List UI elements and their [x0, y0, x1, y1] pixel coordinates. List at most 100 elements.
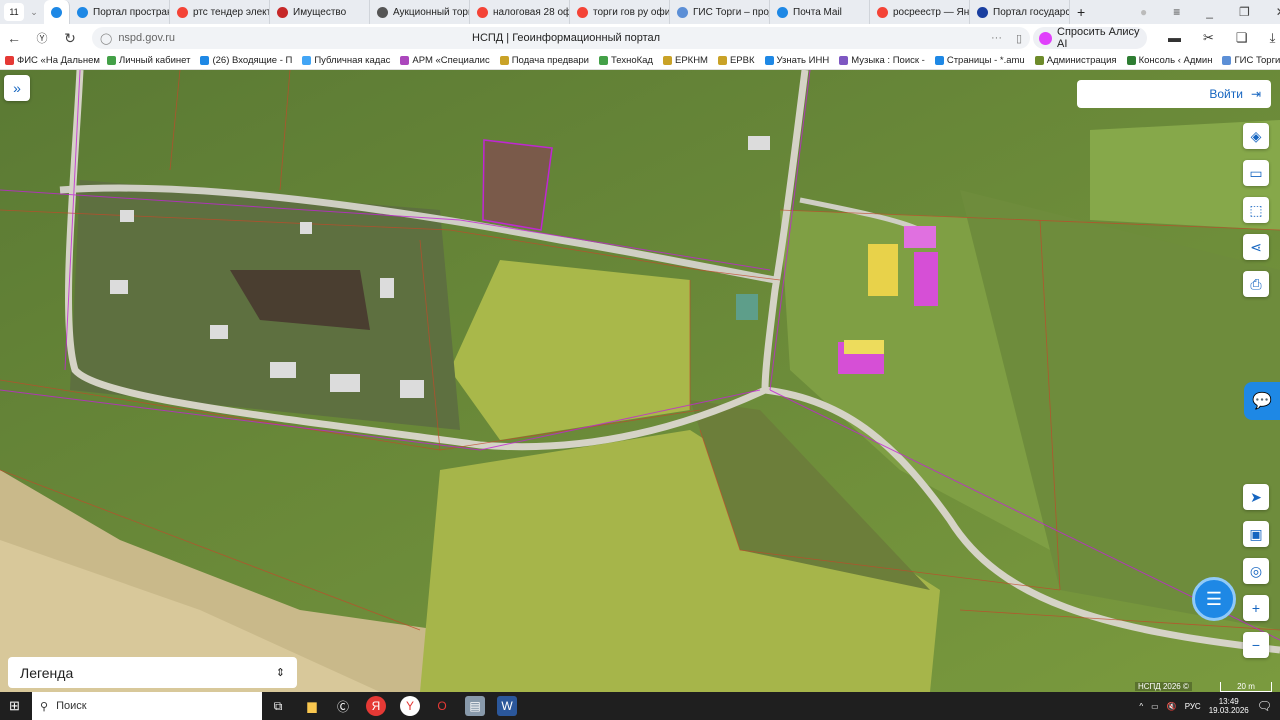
- bookmark-item[interactable]: Администрация: [1030, 55, 1122, 66]
- windows-start-icon[interactable]: ⊞: [9, 698, 20, 714]
- ask-alice-button[interactable]: Спросить Алису AI: [1033, 26, 1147, 50]
- yandex-browser-icon[interactable]: Y: [400, 696, 420, 716]
- volume-muted-icon[interactable]: 🔇: [1167, 702, 1177, 711]
- yandex-icon[interactable]: Ⓨ: [28, 30, 56, 46]
- network-icon[interactable]: ▭: [1151, 702, 1159, 711]
- more-icon[interactable]: ···: [991, 32, 1002, 44]
- new-tab-button[interactable]: +: [1070, 0, 1092, 24]
- bookmark-label: Страницы - *.amu: [946, 55, 1025, 66]
- reload-icon[interactable]: ↻: [56, 30, 84, 47]
- tab[interactable]: Портал простран: [70, 0, 170, 24]
- bookmark-favicon-icon: [1126, 56, 1136, 65]
- bookmark-item[interactable]: Узнать ИНН: [760, 55, 835, 66]
- map-view[interactable]: » Войти ⇥ ◈ ▭ ⬚ ⋖ ⎙ 💬 ➤ ▣ ◎ + − ☰ Легенд…: [0, 70, 1280, 692]
- bookmark-favicon-icon: [400, 56, 410, 65]
- profile-icon[interactable]: ●: [1140, 5, 1147, 19]
- tab[interactable]: ртс тендер элект: [170, 0, 270, 24]
- bookmark-item[interactable]: (26) Входящие - П: [195, 55, 297, 66]
- support-chat-tab[interactable]: 💬: [1244, 382, 1280, 420]
- clock[interactable]: 13:49 19.03.2026: [1209, 697, 1249, 715]
- expand-panel-button[interactable]: »: [4, 75, 30, 101]
- extension-icon[interactable]: ▬: [1168, 30, 1181, 46]
- taskbar: ⊞ ⚲ Поиск ⧉ ▆ Ⓒ Я Y O ▤ W ^ ▭ 🔇 РУС 13:4…: [0, 692, 1280, 720]
- measure-button[interactable]: ▭: [1243, 160, 1269, 186]
- layers-icon: ◈: [1250, 127, 1262, 144]
- bookmark-item[interactable]: ТехноКад: [594, 55, 658, 66]
- bookmark-label: Публичная кадас: [314, 55, 391, 66]
- bookmark-item[interactable]: Музыка : Поиск -: [834, 55, 930, 66]
- download-icon[interactable]: ⤓: [1270, 30, 1276, 46]
- tab-count-button[interactable]: 11: [4, 3, 24, 21]
- login-button[interactable]: Войти ⇥: [1077, 80, 1271, 108]
- bookmark-item[interactable]: Подача предвари: [495, 55, 594, 66]
- tab[interactable]: росреестр — Янд: [870, 0, 970, 24]
- chevron-down-icon[interactable]: ⌄: [24, 7, 44, 18]
- tab[interactable]: торги гов ру офи: [570, 0, 670, 24]
- picture-in-picture-button[interactable]: ▣: [1243, 521, 1269, 547]
- language-indicator[interactable]: РУС: [1185, 702, 1201, 711]
- tab[interactable]: Почта Mail: [770, 0, 870, 24]
- zoom-out-button[interactable]: −: [1243, 632, 1269, 658]
- bookmark-item[interactable]: Личный кабинет: [102, 55, 195, 66]
- document-icon: [377, 6, 388, 18]
- taskbar-search[interactable]: ⚲ Поиск: [32, 692, 262, 720]
- emblem-icon: [677, 6, 688, 18]
- plus-icon: +: [1251, 600, 1261, 616]
- select-area-button[interactable]: ⬚: [1243, 197, 1269, 223]
- bookmark-item[interactable]: ЕРВК: [713, 55, 760, 66]
- bookmarks-bar: ФИС «На Дальнем Личный кабинет (26) Входящ…: [0, 52, 1280, 70]
- location-search-icon: ◎: [1249, 562, 1263, 579]
- bookmark-label: Музыка : Поиск -: [851, 55, 925, 66]
- app-picture-icon[interactable]: ▤: [465, 696, 485, 716]
- minimize-icon[interactable]: _: [1206, 5, 1213, 19]
- tab-active[interactable]: [44, 0, 70, 24]
- bookmark-item[interactable]: ГИС Торги -: [1217, 55, 1280, 66]
- restore-icon[interactable]: ❐: [1239, 5, 1250, 19]
- bookmark-item[interactable]: Публичная кадас: [297, 55, 395, 66]
- share-button[interactable]: ⋖: [1243, 234, 1269, 260]
- scissors-icon[interactable]: ✂: [1203, 30, 1214, 46]
- collections-icon[interactable]: ❏: [1236, 30, 1248, 46]
- bookmark-item[interactable]: ЕРКНМ: [658, 55, 713, 66]
- bookmark-label: ТехноКад: [610, 55, 653, 66]
- notifications-icon[interactable]: 🗨: [1257, 699, 1272, 713]
- back-icon[interactable]: ←: [0, 30, 28, 46]
- bookmark-item[interactable]: Страницы - *.amu: [930, 55, 1030, 66]
- tab-label: Портал простран: [93, 6, 170, 18]
- tab[interactable]: ГИС Торги – прод: [670, 0, 770, 24]
- bookmark-item[interactable]: АРМ «Специалис: [395, 55, 494, 66]
- legend-panel[interactable]: Легенда ⇕: [8, 657, 297, 688]
- bookmark-item[interactable]: Консоль ‹ Админ: [1122, 55, 1218, 66]
- file-explorer-icon[interactable]: ▆: [302, 696, 322, 716]
- chevrons-right-icon: »: [13, 80, 21, 96]
- url-input[interactable]: ◯ nspd.gov.ru НСПД | Геоинформационный п…: [92, 27, 1030, 49]
- expand-collapse-icon: ⇕: [275, 667, 285, 679]
- tab-label: Аукционный торг: [393, 6, 470, 18]
- bookmark-icon[interactable]: ▯: [1016, 32, 1022, 45]
- close-icon[interactable]: ✕: [1276, 5, 1280, 19]
- tab[interactable]: Имущество: [270, 0, 370, 24]
- rts-icon: [277, 6, 288, 18]
- search-location-button[interactable]: ◎: [1243, 558, 1269, 584]
- tab-bar: 11 ⌄ Портал простран ртс тендер элект Имущ…: [0, 0, 1280, 24]
- bookmark-item[interactable]: ФИС «На Дальнем: [0, 55, 102, 66]
- chat-button[interactable]: ☰: [1192, 577, 1236, 621]
- menu-icon[interactable]: ≡: [1173, 5, 1180, 19]
- layers-button[interactable]: ◈: [1243, 123, 1269, 149]
- tab[interactable]: Портал государс: [970, 0, 1070, 24]
- tab[interactable]: налоговая 28 офи: [470, 0, 570, 24]
- word-icon[interactable]: W: [497, 696, 517, 716]
- opera-icon[interactable]: O: [432, 696, 452, 716]
- app-c-icon[interactable]: Ⓒ: [333, 696, 353, 716]
- geolocate-button[interactable]: ➤: [1243, 484, 1269, 510]
- print-button[interactable]: ⎙: [1243, 271, 1269, 297]
- zoom-in-button[interactable]: +: [1243, 595, 1269, 621]
- task-view-icon[interactable]: ⧉: [268, 696, 288, 716]
- tab-label: налоговая 28 офи: [493, 6, 570, 18]
- tab-label: Почта Mail: [793, 6, 842, 18]
- yandex-icon: [177, 6, 188, 18]
- yandex-app-icon[interactable]: Я: [366, 696, 386, 716]
- chevron-up-icon[interactable]: ^: [1139, 702, 1143, 711]
- tab[interactable]: Аукционный торг: [370, 0, 470, 24]
- page-title: НСПД | Геоинформационный портал: [472, 32, 661, 44]
